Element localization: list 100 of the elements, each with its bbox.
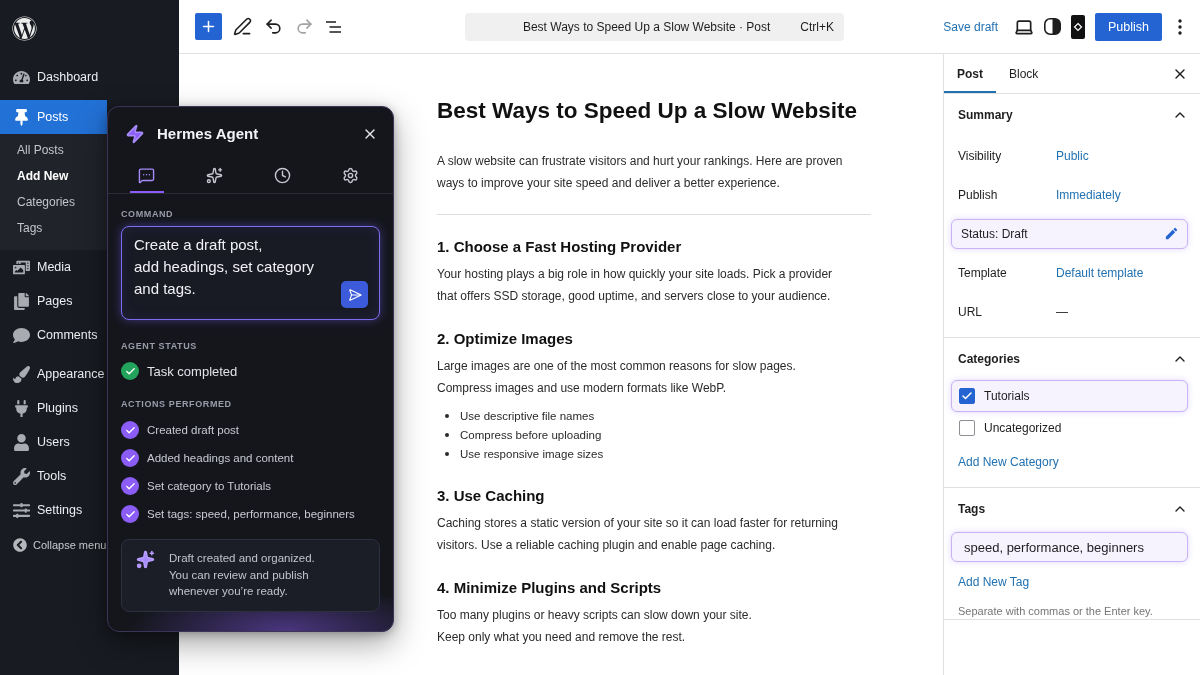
setting-link[interactable]: Immediately — [1056, 187, 1121, 202]
bullet-icon — [445, 432, 449, 437]
command-bar[interactable]: Best Ways to Speed Up a Slow Website · Post Ctrl+K — [465, 12, 844, 41]
setting-link[interactable]: Public — [1056, 148, 1089, 163]
sparkle-icon — [136, 550, 155, 569]
menu-item[interactable]: Tools — [0, 459, 70, 493]
checkbox[interactable] — [959, 388, 975, 404]
check-circle-icon — [121, 362, 139, 380]
submenu-item[interactable]: Add New — [0, 163, 72, 189]
menu-item[interactable]: Users — [0, 425, 73, 459]
menu-item[interactable]: Pages — [0, 284, 76, 318]
bolt-icon — [125, 123, 145, 144]
gauge-icon — [13, 68, 30, 86]
menu-item[interactable]: Plugins — [0, 391, 81, 425]
post-title[interactable]: Best Ways to Speed Up a Slow Website — [437, 96, 858, 126]
paragraph[interactable]: A slow website can frustrate visitors and hurt your rankings. Here are proven ways to improve your site speed and deliver a better experience. — [437, 150, 843, 194]
add-block-button[interactable] — [195, 13, 222, 40]
help-text: Separate with commas or the Enter key. — [958, 604, 1153, 619]
menu-item[interactable]: Settings — [0, 493, 86, 527]
chat-icon — [138, 167, 156, 184]
photo-video-icon — [13, 258, 30, 276]
circle-chevron-left-icon — [13, 538, 27, 552]
undo-icon — [264, 17, 283, 36]
logo-icon[interactable] — [12, 15, 37, 41]
sliders-icon — [13, 501, 30, 519]
settings-icon — [341, 167, 359, 184]
command-field[interactable]: Create a draft post, add headings, set category and tags. — [121, 226, 380, 320]
submenu-item[interactable]: All Posts — [0, 137, 67, 163]
wrench-icon — [13, 467, 30, 485]
setting-value: — — [1056, 304, 1068, 319]
category-option[interactable]: Uncategorized — [951, 412, 1188, 444]
paragraph[interactable]: Caching stores a static version of your site so it can load faster for returning visitors. Use a reliable caching plugin and enable page caching. — [437, 512, 838, 556]
summary-text: Draft created and organized. You can review and publish whenever you’re ready. — [169, 551, 315, 599]
panel-title: Hermes Agent — [157, 125, 259, 142]
settings-toggle-button[interactable] — [1044, 18, 1061, 35]
tools-button[interactable] — [233, 17, 252, 36]
section-heading[interactable]: 3. Use Caching — [437, 485, 545, 507]
pencil-icon — [1164, 226, 1179, 241]
section-label: AGENT STATUS — [121, 340, 197, 352]
setting-label: Publish — [958, 187, 999, 202]
setting-label: Template — [958, 265, 1008, 280]
brush-icon — [13, 365, 30, 383]
section-label: COMMAND — [121, 208, 174, 220]
bullet-icon — [445, 413, 449, 418]
split-panel-icon — [1044, 18, 1061, 35]
section-toggle[interactable]: Summary — [958, 94, 1188, 136]
undo-button[interactable] — [264, 17, 283, 36]
send-button[interactable] — [341, 281, 368, 308]
section-label: ACTIONS PERFORMED — [121, 398, 232, 410]
section-heading[interactable]: 4. Minimize Plugins and Scripts — [437, 577, 662, 599]
section-toggle[interactable]: Categories — [958, 338, 1188, 380]
menu-item[interactable]: Appearance — [0, 357, 108, 391]
setting-label: URL — [958, 304, 983, 319]
clock-icon — [273, 167, 291, 184]
list-item-text: Use descriptive file names — [460, 409, 595, 422]
bullet-icon — [445, 451, 449, 456]
send-icon — [347, 287, 362, 302]
list-item-text: Compress before uploading — [460, 428, 602, 441]
document-title: Best Ways to Speed Up a Slow Website · Post — [521, 19, 772, 34]
submenu-item[interactable]: Categories — [0, 189, 79, 215]
user-icon — [13, 433, 30, 451]
action-text: Set tags: speed, performance, beginners — [147, 508, 355, 520]
status-button[interactable]: Status: Draft — [951, 218, 1188, 249]
add-tag-link[interactable]: Add New Tag — [958, 567, 1030, 597]
category-option[interactable]: Tutorials — [951, 380, 1188, 412]
menu-item[interactable]: Dashboard — [0, 60, 102, 94]
diamond-tile-icon — [1071, 14, 1085, 39]
action-text: Set category to Tutorials — [147, 480, 271, 492]
check-icon — [961, 390, 973, 402]
submenu-item[interactable]: Tags — [0, 215, 46, 241]
list-view-icon — [326, 20, 341, 33]
add-category-link[interactable]: Add New Category — [958, 447, 1059, 477]
menu-item[interactable]: Posts — [0, 100, 107, 134]
pin-icon — [13, 108, 30, 126]
section-heading[interactable]: 1. Choose a Fast Hosting Provider — [437, 236, 682, 258]
tags-field[interactable]: speed, performance, beginners — [951, 532, 1188, 562]
more-vertical-icon — [1178, 18, 1182, 35]
panel-tab[interactable]: Block — [996, 54, 1052, 93]
plug-icon — [13, 399, 30, 417]
plugin-button[interactable] — [1071, 14, 1085, 39]
section-heading[interactable]: 2. Optimize Images — [437, 328, 573, 350]
checkbox[interactable] — [959, 420, 975, 436]
list-view-button[interactable] — [326, 20, 341, 33]
section-toggle[interactable]: Tags — [958, 488, 1188, 530]
setting-label: Visibility — [958, 148, 1003, 163]
paragraph[interactable]: Too many plugins or heavy scripts can slow down your site. Keep only what you need and remove the rest. — [437, 604, 752, 648]
action-text: Added headings and content — [147, 452, 294, 464]
collapse-menu-button[interactable]: Collapse menu — [0, 528, 107, 562]
plus-icon — [200, 18, 217, 35]
shortcut-hint: Ctrl+K — [800, 19, 834, 34]
sparkles-icon — [206, 167, 224, 184]
paragraph[interactable]: Large images are one of the most common reasons for slow pages. Compress images and use modern formats like WebP. — [437, 355, 796, 399]
publish-button[interactable]: Publish — [1095, 12, 1162, 41]
paragraph[interactable]: Your hosting plays a big role in how quickly your site loads. Pick a provider that offers SSD storage, good uptime, and servers close to your audience. — [437, 263, 833, 307]
menu-item[interactable]: Media — [0, 250, 75, 284]
documents-icon — [13, 292, 30, 310]
setting-link[interactable]: Default template — [1056, 265, 1144, 280]
save-draft-button[interactable]: Save draft — [937, 12, 1004, 41]
menu-item[interactable]: Comments — [0, 318, 101, 352]
panel-tab[interactable]: Post — [944, 54, 996, 93]
